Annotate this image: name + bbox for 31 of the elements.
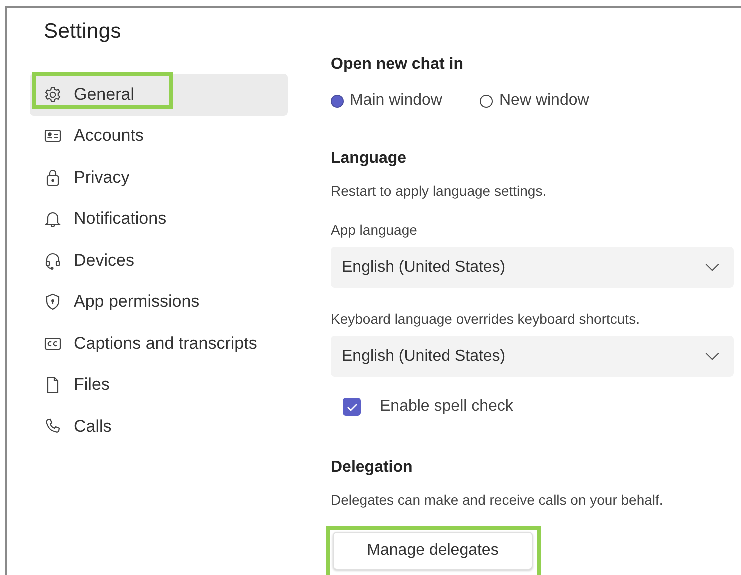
chevron-down-icon	[705, 352, 720, 361]
settings-title: Settings	[44, 20, 122, 44]
manage-delegates-button[interactable]: Manage delegates	[333, 532, 533, 570]
sidebar-item[interactable]: Devices	[30, 240, 288, 282]
radio-option[interactable]: New window	[480, 92, 590, 110]
checkbox[interactable]	[343, 398, 361, 416]
language-dropdown[interactable]: English (United States)	[331, 336, 734, 377]
sidebar-item[interactable]: General	[30, 74, 288, 116]
sidebar-item[interactable]: Calls	[30, 406, 288, 448]
sidebar-item[interactable]: App permissions	[30, 282, 288, 323]
chevron-down-icon	[705, 263, 720, 272]
headset-icon	[43, 250, 63, 271]
sidebar-item[interactable]: Notifications	[30, 198, 288, 240]
radio-dot[interactable]	[331, 94, 344, 108]
gear-icon	[43, 84, 63, 105]
language-dropdown[interactable]: English (United States)	[331, 247, 734, 288]
sidebar-item[interactable]: Captions and transcripts	[30, 323, 288, 364]
radio-option[interactable]: Main window	[331, 92, 442, 110]
check-icon	[346, 402, 358, 412]
sidebar-item[interactable]: Files	[30, 364, 288, 406]
section-heading: Delegation	[331, 459, 414, 477]
spell-check-option[interactable]: Enable spell check	[343, 398, 514, 416]
field-label: Keyboard language overrides keyboard shortcuts.	[331, 311, 641, 327]
section-heading: Language	[331, 150, 408, 168]
section-note: Restart to apply language settings.	[331, 183, 548, 199]
sidebar-item[interactable]: Accounts	[30, 116, 288, 157]
section-note: Delegates can make and receive calls on your behalf.	[331, 492, 664, 508]
section-heading: Open new chat in	[331, 56, 464, 74]
field-label: App language	[331, 222, 418, 238]
radio-dot[interactable]	[480, 94, 494, 108]
sidebar-item[interactable]: Privacy	[30, 157, 288, 198]
